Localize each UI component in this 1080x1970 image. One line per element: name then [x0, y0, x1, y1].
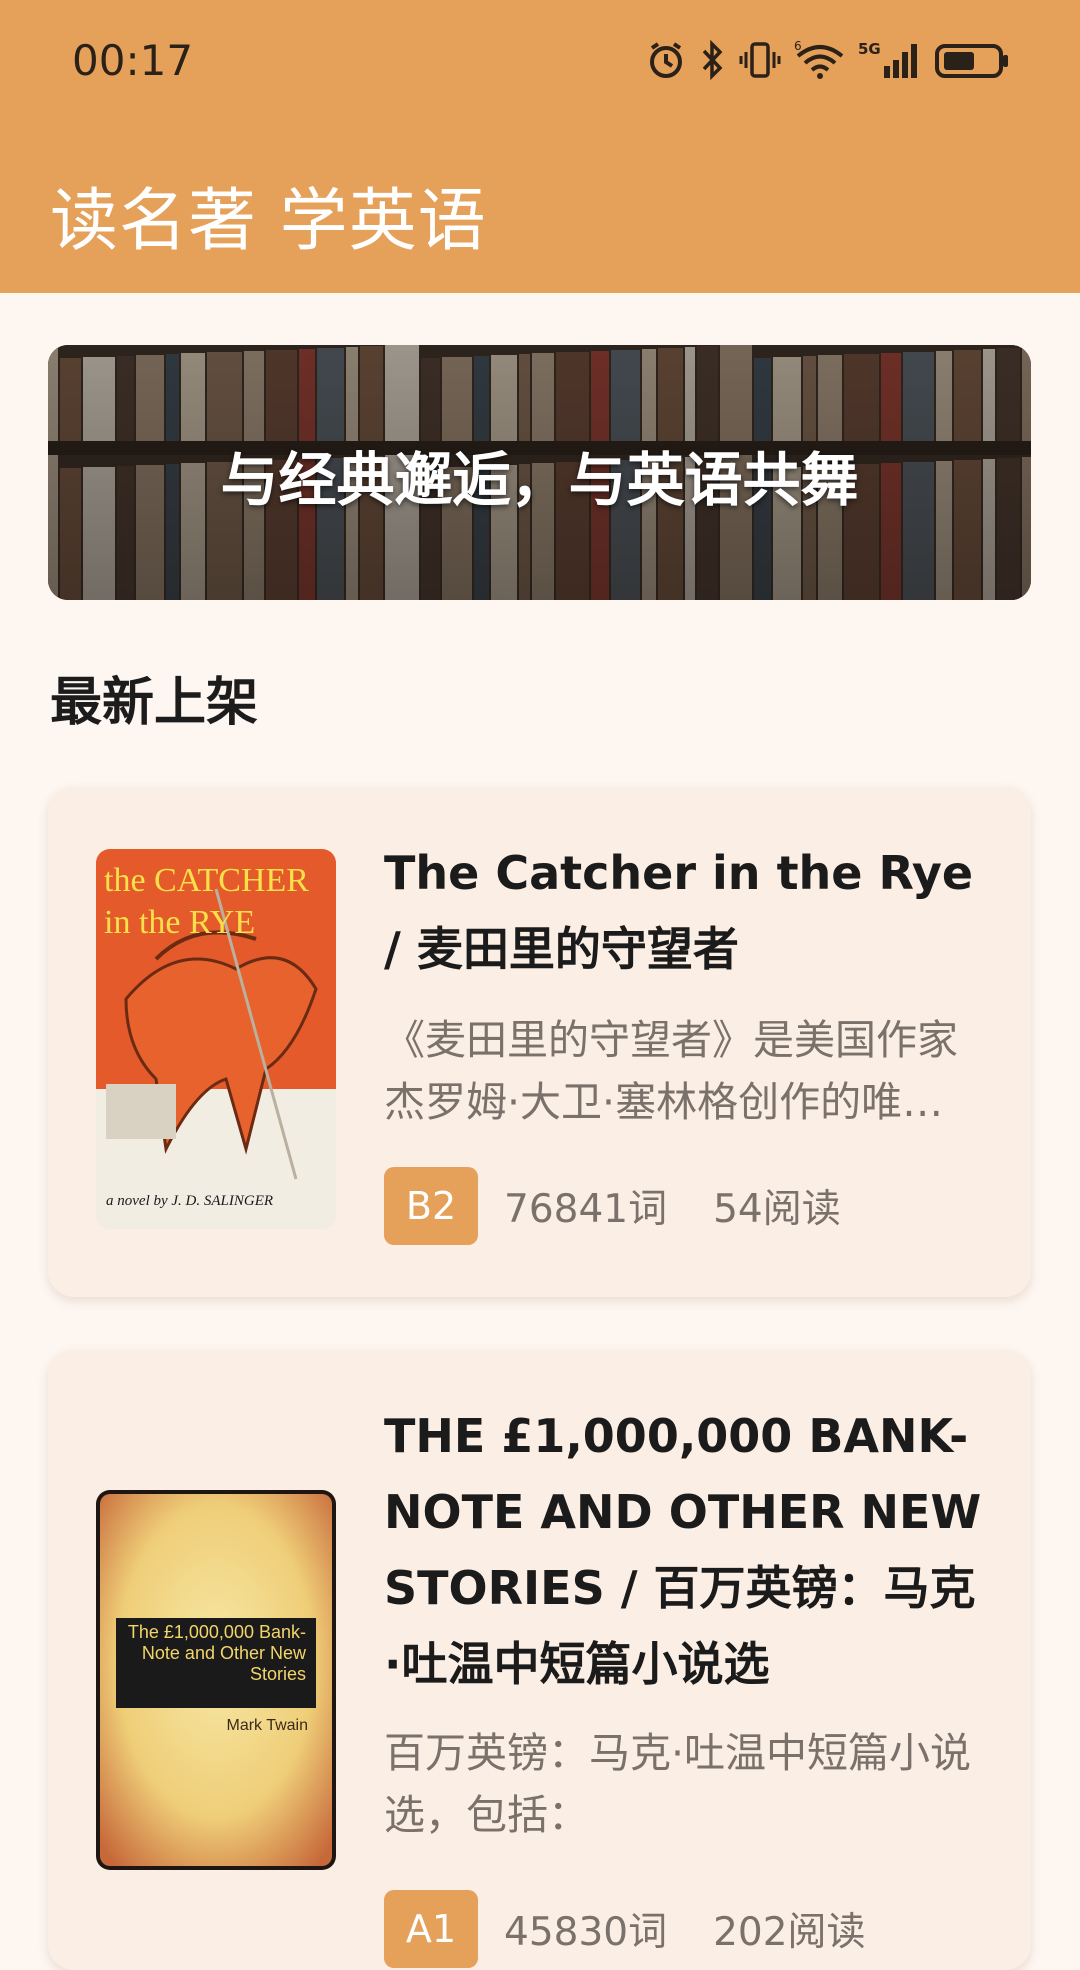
banner[interactable]: 与经典邂逅，与英语共舞: [48, 345, 1031, 600]
bluetooth-icon: [702, 40, 723, 80]
status-time: 00:17: [72, 36, 194, 85]
wifi-icon: 6: [794, 40, 844, 79]
catcher-cover-art: the CATCHER in the RYE a novel by J. D. …: [96, 849, 336, 1229]
section-title: 最新上架: [50, 673, 259, 733]
book-card[interactable]: The £1,000,000 Bank-Note and Other New S…: [48, 1350, 1031, 1970]
cover-author: a novel by J. D. SALINGER: [106, 1193, 273, 1209]
signal-5g-icon: 5G: [858, 40, 917, 78]
cover-title-line2: in the RYE: [104, 904, 255, 941]
network-label: 5G: [858, 40, 881, 58]
book-title: THE £1,000,000 BANK-NOTE AND OTHER NEW S…: [384, 1409, 982, 1691]
book-description: 《麦田里的守望者》是美国作家杰罗姆·大卫·塞林格创作的唯…: [384, 1016, 958, 1126]
book-cover: the CATCHER in the RYE a novel by J. D. …: [96, 849, 336, 1229]
book-cover: The £1,000,000 Bank-Note and Other New S…: [96, 1490, 336, 1870]
word-count: 76841词: [504, 1187, 668, 1232]
banner-slogan: 与经典邂逅，与英语共舞: [220, 446, 859, 514]
level-badge: A1: [384, 1890, 478, 1968]
banknote-cover-art: The £1,000,000 Bank-Note and Other New S…: [96, 1490, 336, 1870]
status-icons: 6 5G: [646, 40, 1010, 80]
book-description: 百万英镑：马克·吐温中短篇小说选，包括：: [384, 1729, 972, 1839]
vibrate-icon: [739, 42, 781, 78]
book-meta: A1 45830词 202阅读: [384, 1890, 866, 1968]
app-title: 读名著 学英语: [50, 182, 487, 261]
read-count: 202阅读: [713, 1910, 866, 1955]
app-header: 00:17 6 5G 读名著 学英语: [0, 0, 1080, 293]
cover-title: The £1,000,000 Bank-Note and Other New S…: [127, 1622, 306, 1684]
read-count: 54阅读: [713, 1187, 841, 1232]
cover-title-line1: the CATCHER: [104, 862, 309, 899]
cover-author: Mark Twain: [226, 1717, 308, 1734]
status-bar: 00:17 6 5G: [0, 0, 1080, 130]
wifi-label: 6: [794, 40, 802, 53]
battery-icon: [935, 44, 1008, 78]
book-meta: B2 76841词 54阅读: [384, 1167, 841, 1245]
alarm-icon: [650, 42, 682, 78]
word-count: 45830词: [504, 1910, 668, 1955]
book-card[interactable]: the CATCHER in the RYE a novel by J. D. …: [48, 787, 1031, 1297]
book-title: The Catcher in the Rye / 麦田里的守望者: [384, 846, 974, 976]
level-badge: B2: [384, 1167, 478, 1245]
